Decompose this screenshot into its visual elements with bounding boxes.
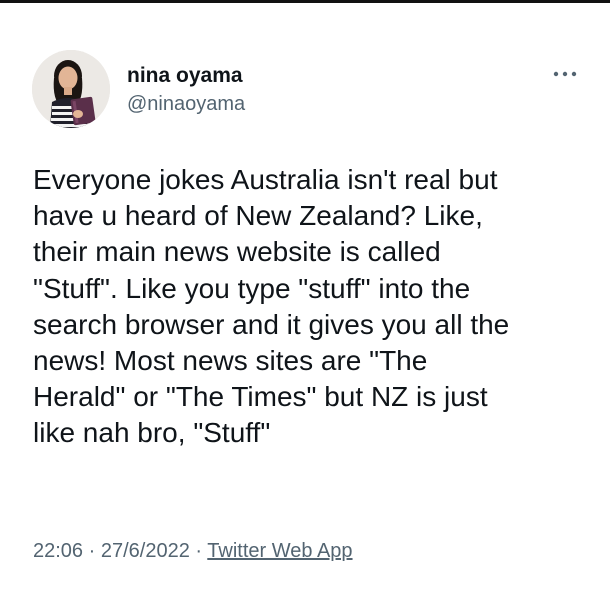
- tweet-time[interactable]: 22:06: [33, 540, 83, 562]
- meta-separator: ·: [195, 540, 203, 562]
- tweet-text: Everyone jokes Australia isn't real but …: [33, 164, 510, 449]
- more-horizontal-icon: [553, 71, 577, 77]
- tweet-date[interactable]: 27/6/2022: [101, 540, 190, 562]
- author-display-name[interactable]: nina oyama: [127, 64, 243, 88]
- avatar[interactable]: [32, 50, 110, 128]
- top-border: [0, 0, 610, 3]
- meta-separator: ·: [88, 540, 96, 562]
- tweet-source-link[interactable]: Twitter Web App: [207, 540, 352, 562]
- profile-photo-icon: [32, 50, 110, 128]
- author-handle[interactable]: @ninaoyama: [127, 93, 245, 116]
- tweet-metadata: 22:06 · 27/6/2022 · Twitter Web App: [33, 540, 353, 563]
- more-options-button[interactable]: [547, 62, 583, 86]
